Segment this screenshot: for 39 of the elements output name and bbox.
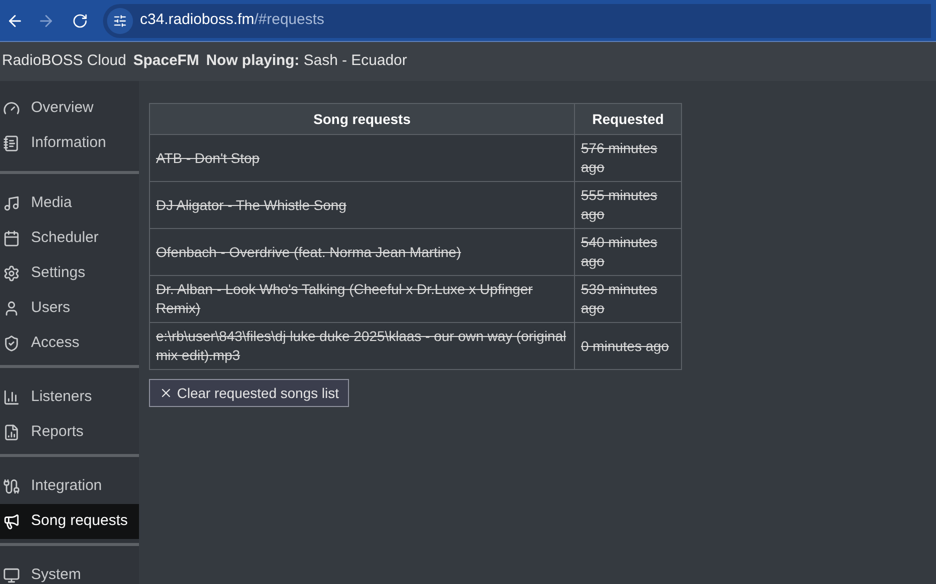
sidebar-item[interactable]: Settings	[0, 256, 139, 291]
gauge-icon	[3, 100, 20, 117]
sidebar-item[interactable]: Listeners	[0, 380, 139, 415]
shield-check-icon	[3, 335, 20, 352]
bar-chart-icon	[3, 389, 20, 406]
sidebar-item[interactable]: Overview	[0, 91, 139, 126]
settings-icon	[3, 265, 20, 282]
now-playing: Now playing: Sash - Ecuador	[206, 51, 407, 72]
cable-icon	[3, 478, 20, 495]
sidebar-item[interactable]: System	[0, 558, 139, 584]
reload-icon[interactable]	[72, 12, 88, 28]
url-host: c34.radioboss.fm	[140, 10, 254, 30]
column-header: Song requests	[150, 104, 574, 134]
song-cell: e:\rb\user\843\files\dj luke duke 2025\klaas - our own way (original mix edit).mp3	[150, 322, 574, 370]
user-icon	[3, 300, 20, 317]
app-name: RadioBOSS Cloud	[2, 51, 126, 72]
monitor-icon	[3, 567, 20, 584]
requested-cell: 0 minutes ago	[574, 322, 682, 370]
file-chart-icon	[3, 424, 20, 441]
sidebar-item[interactable]: Access	[0, 326, 139, 361]
site-info-icon	[113, 14, 127, 28]
music-note-icon	[3, 195, 20, 212]
sidebar-item[interactable]: Information	[0, 126, 139, 161]
clear-list-button[interactable]: Clear requested songs list	[149, 379, 349, 407]
sidebar-item[interactable]: Integration	[0, 469, 139, 504]
url-path: /#requests	[254, 10, 324, 30]
sidebar-item[interactable]: Song requests	[0, 504, 139, 539]
sidebar-item[interactable]: Media	[0, 186, 139, 221]
sidebar-item[interactable]: Reports	[0, 415, 139, 450]
address-bar[interactable]: c34.radioboss.fm/#requests	[103, 4, 931, 38]
station-name: SpaceFM	[133, 51, 200, 72]
megaphone-icon	[3, 513, 20, 530]
notebook-icon	[3, 135, 20, 152]
sidebar-item[interactable]: Scheduler	[0, 221, 139, 256]
sidebar-item[interactable]: Users	[0, 291, 139, 326]
calendar-icon	[3, 230, 20, 247]
column-header: Requested	[574, 104, 682, 134]
site-info-button[interactable]	[107, 8, 133, 34]
close-icon	[159, 386, 173, 400]
